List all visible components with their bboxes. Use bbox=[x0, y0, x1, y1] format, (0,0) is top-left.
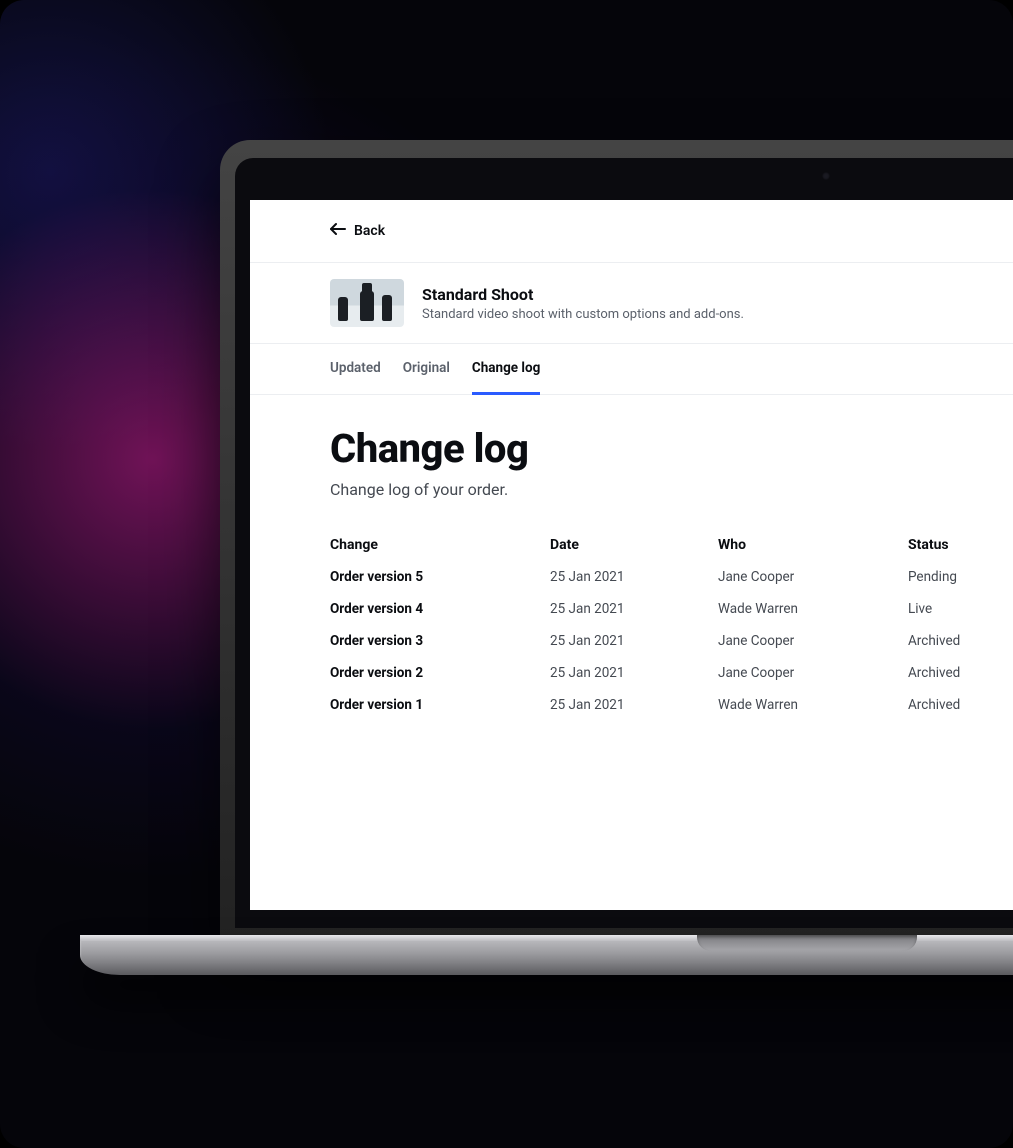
table-row[interactable]: Order version 4 25 Jan 2021 Wade Warren … bbox=[330, 593, 1013, 625]
app-screen: Back Standard Shoot Standard video shoot… bbox=[250, 200, 1013, 910]
cell-change: Order version 1 bbox=[330, 697, 550, 713]
col-date: Date bbox=[550, 537, 718, 553]
back-button[interactable]: Back bbox=[330, 222, 385, 240]
cell-who: Jane Cooper bbox=[718, 665, 908, 681]
laptop-camera bbox=[822, 172, 830, 180]
cell-date: 25 Jan 2021 bbox=[550, 601, 718, 617]
table-row[interactable]: Order version 2 25 Jan 2021 Jane Cooper … bbox=[330, 657, 1013, 689]
table-row[interactable]: Order version 5 25 Jan 2021 Jane Cooper … bbox=[330, 561, 1013, 593]
col-status: Status bbox=[908, 537, 1013, 553]
cell-date: 25 Jan 2021 bbox=[550, 633, 718, 649]
top-bar: Back bbox=[250, 200, 1013, 263]
table-row[interactable]: Order version 1 25 Jan 2021 Wade Warren … bbox=[330, 689, 1013, 721]
table-row[interactable]: Order version 3 25 Jan 2021 Jane Cooper … bbox=[330, 625, 1013, 657]
page-subtitle: Change log of your order. bbox=[330, 480, 1013, 499]
arrow-left-icon bbox=[330, 222, 346, 240]
main-content: Change log Change log of your order. Cha… bbox=[250, 395, 1013, 751]
product-thumbnail bbox=[330, 279, 404, 327]
cell-date: 25 Jan 2021 bbox=[550, 569, 718, 585]
cell-date: 25 Jan 2021 bbox=[550, 665, 718, 681]
cell-change: Order version 2 bbox=[330, 665, 550, 681]
product-title: Standard Shoot bbox=[422, 285, 744, 304]
cell-date: 25 Jan 2021 bbox=[550, 697, 718, 713]
laptop-notch bbox=[697, 935, 917, 951]
change-log-table: Change Date Who Status Order version 5 2… bbox=[330, 529, 1013, 721]
cell-who: Jane Cooper bbox=[718, 633, 908, 649]
cell-status: Pending bbox=[908, 569, 1013, 585]
tab-original[interactable]: Original bbox=[403, 344, 450, 395]
tab-updated[interactable]: Updated bbox=[330, 344, 381, 395]
table-header: Change Date Who Status bbox=[330, 529, 1013, 561]
cell-status: Archived bbox=[908, 633, 1013, 649]
cell-who: Wade Warren bbox=[718, 601, 908, 617]
tab-change-log[interactable]: Change log bbox=[472, 344, 540, 395]
cell-status: Archived bbox=[908, 697, 1013, 713]
col-who: Who bbox=[718, 537, 908, 553]
laptop-mockup: Back Standard Shoot Standard video shoot… bbox=[80, 130, 1013, 1030]
cell-change: Order version 4 bbox=[330, 601, 550, 617]
product-description: Standard video shoot with custom options… bbox=[422, 307, 744, 322]
col-change: Change bbox=[330, 537, 550, 553]
back-label: Back bbox=[354, 223, 385, 239]
page-title: Change log bbox=[330, 425, 1013, 472]
cell-who: Jane Cooper bbox=[718, 569, 908, 585]
cell-who: Wade Warren bbox=[718, 697, 908, 713]
cell-change: Order version 3 bbox=[330, 633, 550, 649]
cell-status: Live bbox=[908, 601, 1013, 617]
cell-change: Order version 5 bbox=[330, 569, 550, 585]
tabs: Updated Original Change log bbox=[250, 344, 1013, 395]
cell-status: Archived bbox=[908, 665, 1013, 681]
product-header: Standard Shoot Standard video shoot with… bbox=[250, 263, 1013, 344]
